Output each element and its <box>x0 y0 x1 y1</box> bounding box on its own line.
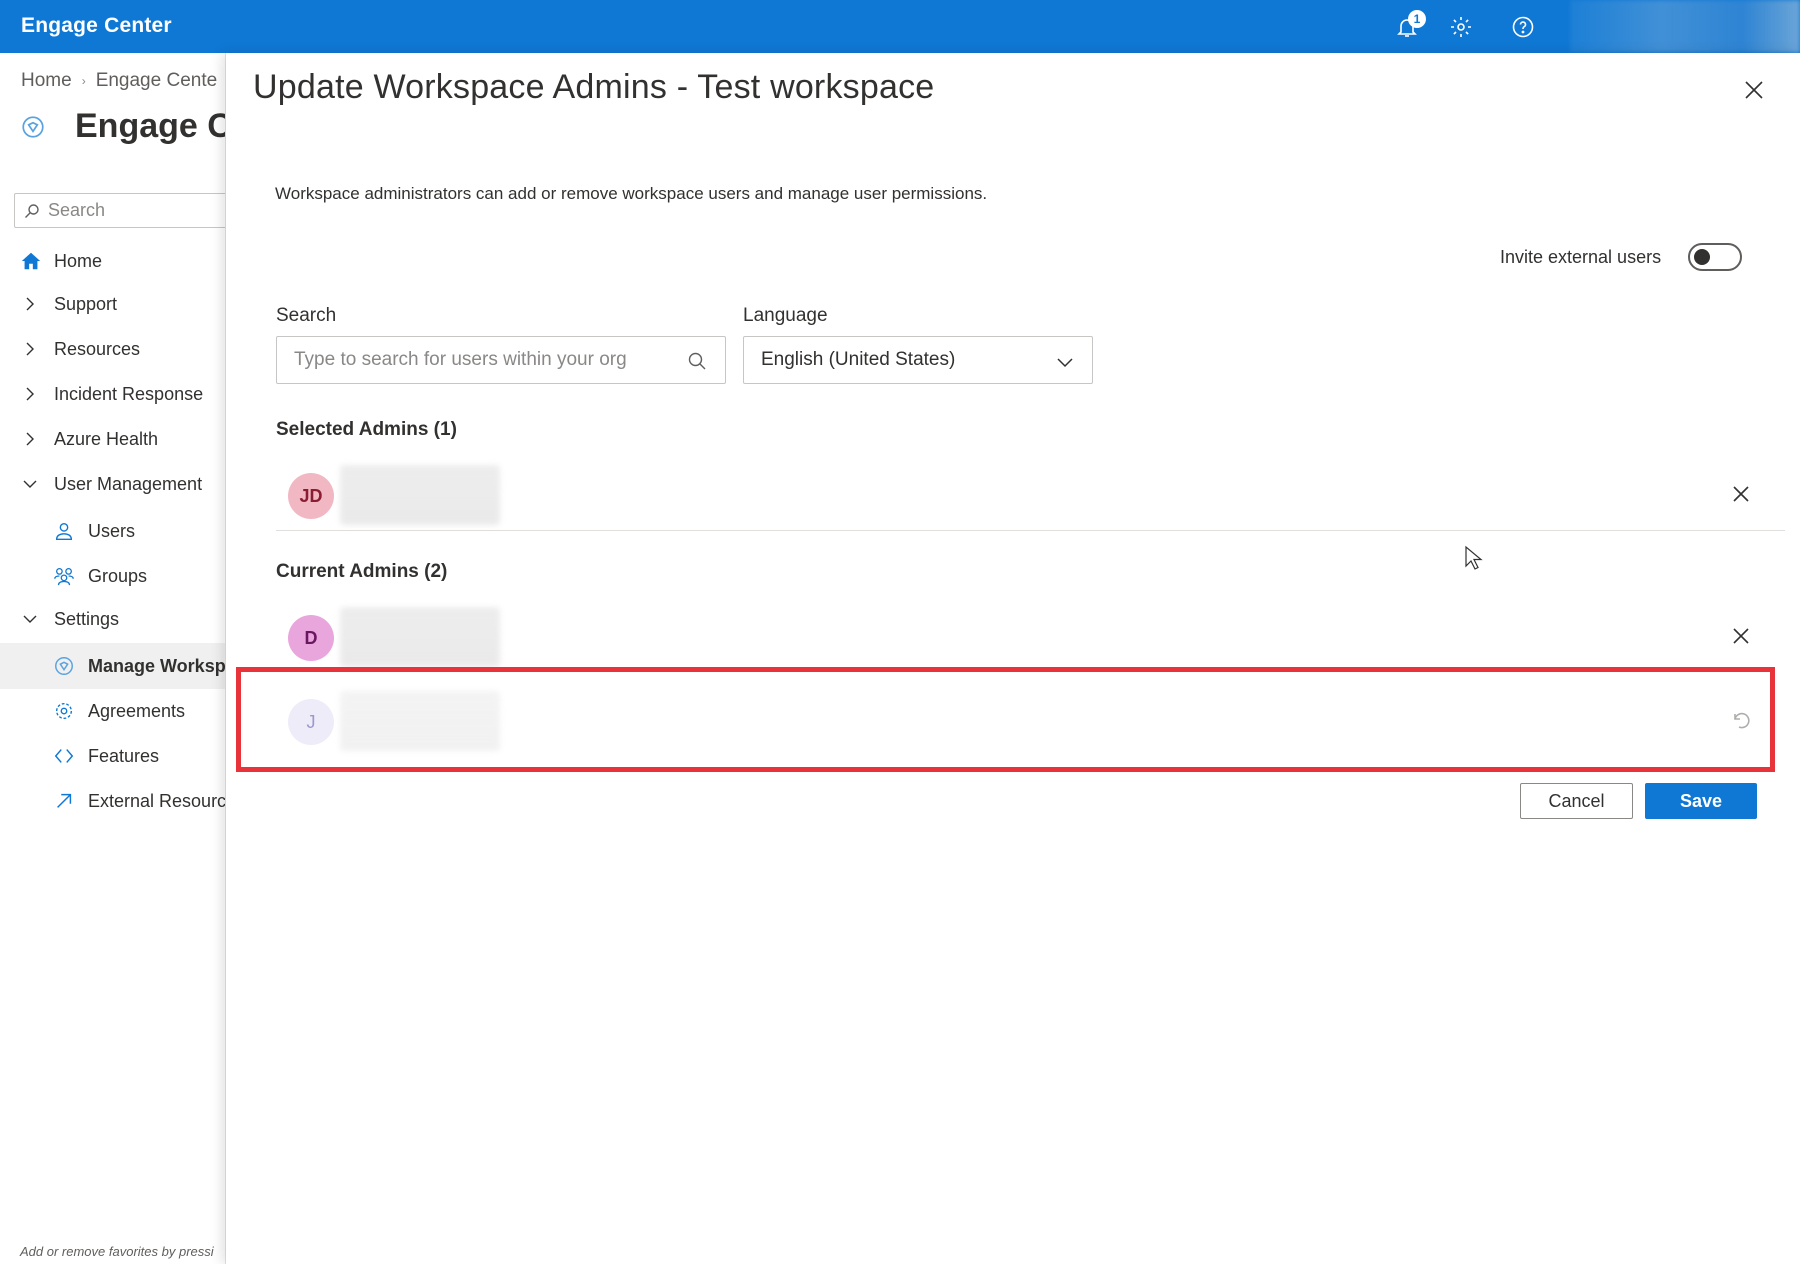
nav-item-resources[interactable]: Resources <box>0 327 225 371</box>
selected-admin-row: JD <box>276 457 1785 531</box>
remove-selected-admin-button[interactable] <box>1726 479 1756 509</box>
language-dropdown[interactable]: English (United States) <box>743 336 1093 384</box>
chevron-right-icon <box>26 342 34 356</box>
chevron-right-icon <box>26 387 34 401</box>
person-icon <box>55 522 73 540</box>
nav-item-incident-response[interactable]: Incident Response <box>0 372 225 416</box>
gear-icon[interactable] <box>1446 12 1476 42</box>
left-search-input[interactable]: Search <box>14 193 225 228</box>
user-search-input[interactable]: Type to search for users within your org <box>276 336 726 384</box>
help-icon[interactable] <box>1508 12 1538 42</box>
favorites-hint: Add or remove favorites by pressi <box>20 1244 214 1259</box>
panel-description: Workspace administrators can add or remo… <box>275 184 988 203</box>
page-title: Engage Ce <box>20 107 225 146</box>
avatar: JD <box>288 473 334 519</box>
remove-current-admin-button[interactable] <box>1726 621 1756 651</box>
highlight-box <box>236 667 1775 772</box>
home-icon <box>21 252 41 270</box>
notification-badge: 1 <box>1408 10 1426 28</box>
breadcrumb-engage-center[interactable]: Engage Cente <box>96 70 218 92</box>
nav-item-agreements[interactable]: Agreements <box>0 689 225 733</box>
invite-external-users-toggle[interactable] <box>1688 243 1742 271</box>
search-icon <box>25 203 39 218</box>
bell-icon[interactable]: 1 <box>1392 10 1426 42</box>
chevron-right-icon <box>26 432 34 446</box>
close-icon <box>1733 628 1749 644</box>
nav-item-users[interactable]: Users <box>0 509 225 553</box>
breadcrumb-home[interactable]: Home <box>21 70 72 92</box>
left-navigation-pane: Home › Engage Cente Engage Ce Search Hom… <box>0 53 226 1264</box>
admin-name-redacted <box>340 465 500 525</box>
nav-item-user-management[interactable]: User Management <box>0 462 225 506</box>
selected-admins-title: Selected Admins (1) <box>276 419 457 440</box>
save-button[interactable]: Save <box>1645 783 1757 819</box>
close-icon <box>1745 81 1763 99</box>
search-placeholder: Type to search for users within your org <box>294 349 627 370</box>
search-icon <box>688 352 706 370</box>
chevron-down-icon <box>23 480 37 488</box>
current-admins-title: Current Admins (2) <box>276 561 448 582</box>
nav-item-groups[interactable]: Groups <box>0 554 225 598</box>
invite-external-users-label: Invite external users <box>1500 247 1662 267</box>
top-bar: Engage Center 1 <box>0 0 1800 53</box>
search-label: Search <box>276 305 337 326</box>
nav-item-azure-health[interactable]: Azure Health <box>0 417 225 461</box>
nav-item-features[interactable]: Features <box>0 734 225 778</box>
cancel-button[interactable]: Cancel <box>1520 783 1633 819</box>
chevron-right-icon <box>26 297 34 311</box>
close-icon <box>1733 486 1749 502</box>
workspace-icon <box>55 657 73 675</box>
features-icon <box>54 749 74 763</box>
chevron-down-icon <box>1057 358 1073 368</box>
group-icon <box>54 568 74 586</box>
close-panel-button[interactable] <box>1740 76 1768 104</box>
current-admin-row: D <box>276 599 1785 673</box>
breadcrumb: Home › Engage Cente <box>21 70 217 92</box>
workspace-icon <box>22 115 44 138</box>
nav-item-manage-workspace[interactable]: Manage Worksp <box>0 643 225 689</box>
breadcrumb-separator-icon: › <box>81 74 86 88</box>
gear-icon <box>55 702 73 720</box>
update-workspace-admins-panel: Update Workspace Admins - Test workspace… <box>226 53 1800 1264</box>
language-label: Language <box>743 305 828 326</box>
admin-name-redacted <box>340 607 500 667</box>
chevron-down-icon <box>23 615 37 623</box>
nav-item-settings[interactable]: Settings <box>0 597 225 641</box>
app-title[interactable]: Engage Center <box>21 14 172 38</box>
panel-title: Update Workspace Admins - Test workspace <box>253 68 935 106</box>
nav-item-external-resources[interactable]: External Resource <box>0 779 225 823</box>
mouse-cursor-icon <box>1465 545 1483 570</box>
avatar: D <box>288 615 334 661</box>
toggle-knob <box>1694 249 1710 265</box>
account-area[interactable] <box>1570 0 1800 53</box>
language-value: English (United States) <box>761 349 956 370</box>
nav-item-support[interactable]: Support <box>0 282 225 326</box>
external-link-icon <box>57 793 72 808</box>
nav-item-home[interactable]: Home <box>0 239 225 283</box>
